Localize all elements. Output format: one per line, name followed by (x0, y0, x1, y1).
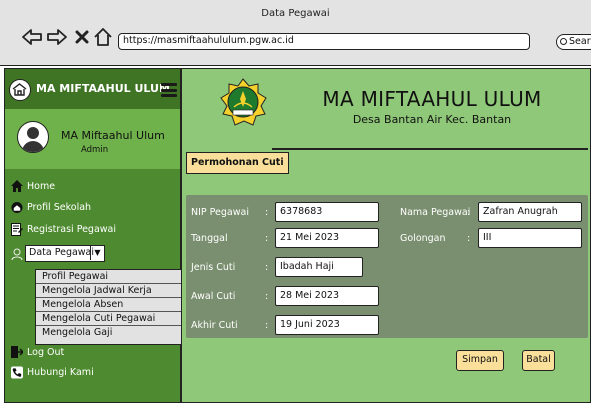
golongan-colon: : (467, 233, 471, 244)
logout-icon (11, 346, 23, 358)
sidebar-item-hubungi-kami[interactable]: Hubungi Kami (11, 364, 94, 380)
data-pegawai-dropdown: Profil Pegawai Mengelola Jadwal Kerja Me… (35, 269, 184, 345)
school-address: Desa Bantan Air Kec. Bantan (352, 113, 512, 126)
tanggal-label: Tanggal (191, 233, 228, 244)
sidebar-item-label: Registrasi Pegawai (27, 223, 117, 235)
nip-label: NIP Pegawai (191, 207, 249, 218)
cancel-button[interactable]: Batal (522, 350, 555, 371)
dropdown-item-gaji[interactable]: Mengelola Gaji (36, 327, 182, 340)
brand-name: MA MIFTAAHUL ULUM (36, 82, 170, 95)
sidebar-item-registrasi-pegawai[interactable]: Registrasi Pegawai (11, 221, 116, 237)
close-icon[interactable] (71, 27, 93, 47)
phone-icon (11, 366, 23, 378)
jenis-cuti-field[interactable]: Ibadah Haji (275, 257, 363, 277)
main-content: MA MIFTAAHUL ULUM Desa Bantan Air Kec. B… (181, 68, 591, 403)
sidebar-item-label: Log Out (27, 346, 65, 358)
sidebar-item-label: Home (27, 180, 56, 192)
user-panel: MA Miftaahul Ulum Admin (5, 109, 180, 169)
avatar (17, 121, 49, 153)
sidebar-brand: MA MIFTAAHUL ULUM (5, 69, 180, 109)
search-button[interactable]: Search (556, 34, 591, 50)
school-icon (11, 201, 23, 213)
search-label: Search (569, 36, 591, 47)
awal-cuti-field[interactable]: 28 Mei 2023 (275, 286, 379, 306)
jenis-cuti-label: Jenis Cuti (191, 262, 236, 273)
header-divider (272, 148, 588, 150)
akhir-cuti-colon: : (265, 320, 269, 331)
home-icon (11, 180, 23, 192)
nama-pegawai-field[interactable]: Zafran Anugrah (478, 202, 582, 222)
school-name: MA MIFTAAHUL ULUM (322, 87, 542, 111)
page-title: Permohonan Cuti (186, 152, 289, 174)
sidebar-item-log-out[interactable]: Log Out (11, 344, 64, 360)
akhir-cuti-field[interactable]: 19 Juni 2023 (275, 315, 379, 335)
user-name: MA Miftaahul Ulum (61, 129, 165, 142)
data-pegawai-label: Data Pegawai (29, 247, 95, 258)
golongan-field[interactable]: III (478, 228, 582, 248)
search-icon (560, 38, 567, 45)
nip-colon: : (265, 207, 269, 218)
jenis-cuti-colon: : (265, 262, 269, 273)
dropdown-item-profil-pegawai[interactable]: Profil Pegawai (36, 271, 182, 284)
sidebar-item-label: Profil Sekolah (27, 201, 92, 213)
back-icon[interactable] (21, 27, 43, 47)
home-nav-icon[interactable] (92, 27, 114, 47)
nama-pegawai-label: Nama Pegawai (400, 207, 471, 218)
chevron-down-icon: ▼ (90, 246, 104, 260)
awal-cuti-label: Awal Cuti (191, 291, 236, 302)
dropdown-item-cuti-pegawai[interactable]: Mengelola Cuti Pegawai (36, 313, 182, 326)
dropdown-item-jadwal-kerja[interactable]: Mengelola Jadwal Kerja (36, 285, 182, 298)
sidebar: MA MIFTAAHUL ULUM MA Miftaahul Ulum Admi… (4, 68, 184, 403)
dropdown-item-absen[interactable]: Mengelola Absen (36, 299, 182, 312)
tanggal-colon: : (265, 233, 269, 244)
url-input[interactable]: https://masmiftaahululum.pgw.ac.id (118, 33, 530, 50)
forward-icon[interactable] (46, 27, 68, 47)
nip-field[interactable]: 6378683 (275, 202, 379, 222)
window-title: Data Pegawai (261, 8, 330, 19)
data-pegawai-select[interactable]: Data Pegawai ▼ (25, 245, 105, 262)
tanggal-field[interactable]: 21 Mei 2023 (275, 228, 379, 248)
app-window: Data Pegawai https://masmiftaahululum.pg… (0, 0, 591, 403)
akhir-cuti-label: Akhir Cuti (191, 320, 238, 331)
sidebar-item-home[interactable]: Home (11, 178, 55, 194)
browser-chrome: Data Pegawai https://masmiftaahululum.pg… (0, 0, 591, 66)
user-icon (11, 248, 23, 260)
kemenag-logo (218, 77, 268, 127)
nama-colon: : (467, 207, 471, 218)
user-role: Admin (81, 145, 109, 155)
school-logo-icon (9, 79, 31, 101)
register-icon (11, 222, 23, 236)
sidebar-item-label: Hubungi Kami (27, 366, 94, 378)
sidebar-item-profil-sekolah[interactable]: Profil Sekolah (11, 199, 91, 215)
save-button[interactable]: Simpan (456, 350, 504, 371)
golongan-label: Golongan (400, 233, 446, 244)
menu-toggle-icon[interactable] (161, 83, 177, 97)
awal-cuti-colon: : (265, 291, 269, 302)
